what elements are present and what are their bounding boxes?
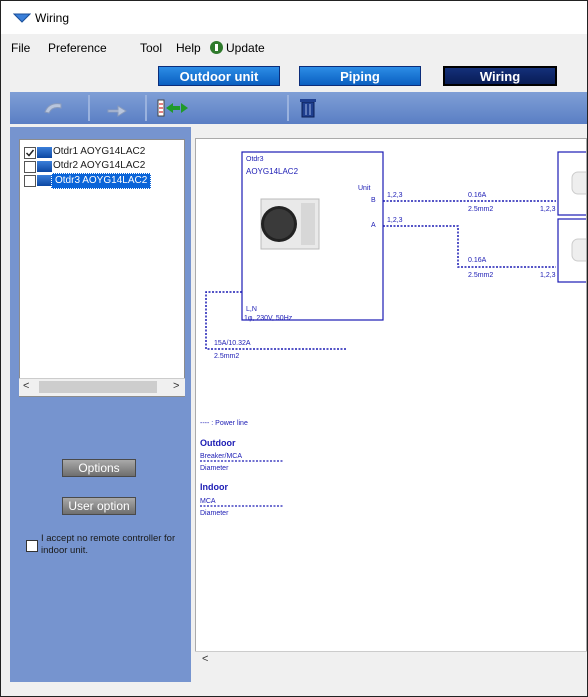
outdoor-unit-image <box>260 198 320 250</box>
scroll-thumb[interactable] <box>39 381 157 393</box>
terminal-b: B <box>371 197 376 204</box>
title-bar <box>1 1 587 34</box>
tree-item-label: Otdr2 AOYG14LAC2 <box>53 160 146 171</box>
legend-indoor-mca: MCA <box>200 498 216 505</box>
legend-indoor-title: Indoor <box>200 482 228 492</box>
toolbar-separator <box>88 95 90 121</box>
legend-outdoor-title: Outdoor <box>200 438 236 448</box>
user-option-button[interactable]: User option <box>62 497 136 515</box>
canvas-horizontal-scrollbar[interactable] <box>195 651 587 669</box>
unit-name: Otdr3 <box>246 156 264 163</box>
wiring-diagram: Otdr3 AOYG14LAC2 Unit B A L,N 1,2,3 0.16… <box>200 151 586 517</box>
menu-file[interactable]: File <box>11 41 30 55</box>
power-wire-size: 2.5mm2 <box>214 353 239 360</box>
legend-power-line: ---- : Power line <box>200 420 248 427</box>
menu-tool[interactable]: Tool <box>140 41 162 55</box>
legend-outdoor-diameter: Diameter <box>200 465 229 472</box>
checkmark-icon <box>25 149 35 157</box>
scroll-right-arrow[interactable]: > <box>173 380 179 392</box>
menu-update[interactable]: Update <box>226 41 265 55</box>
wire-a-current: 0.16A <box>468 257 487 264</box>
options-button[interactable]: Options <box>62 459 136 477</box>
tree-item-otdr3[interactable]: Otdr3 AOYG14LAC2 <box>24 173 179 189</box>
accept-no-remote-checkbox[interactable] <box>26 540 38 552</box>
tree-item-checkbox[interactable] <box>24 161 36 173</box>
wire-b-terminals: 1,2,3 <box>387 192 403 199</box>
tab-wiring[interactable]: Wiring <box>443 66 557 86</box>
tree-item-label: Otdr3 AOYG14LAC2 <box>51 173 152 189</box>
tree-item-otdr1[interactable]: Otdr1 AOYG14LAC2 <box>24 146 179 159</box>
legend-outdoor-breaker: Breaker/MCA <box>200 453 242 460</box>
wire-a-end: 1,2,3 <box>540 272 556 279</box>
update-icon[interactable] <box>210 41 223 54</box>
wire-a-size: 2.5mm2 <box>468 272 493 279</box>
tree-item-checkbox[interactable] <box>24 147 36 159</box>
outdoor-unit-icon <box>37 175 52 186</box>
undo-icon[interactable] <box>41 96 67 120</box>
power-spec: 1φ, 230V, 50Hz <box>244 315 293 322</box>
outdoor-unit-tree: Otdr1 AOYG14LAC2 Otdr2 AOYG14LAC2 Otdr3 … <box>19 139 185 397</box>
wire-b-size: 2.5mm2 <box>468 206 493 213</box>
tab-piping[interactable]: Piping <box>299 66 421 86</box>
redo-icon[interactable] <box>104 96 130 120</box>
wire-b-current: 0.16A <box>468 192 487 199</box>
accept-no-remote-label: I accept no remote controller for indoor… <box>41 533 176 556</box>
power-terminals: L,N <box>246 306 257 313</box>
scroll-left-arrow[interactable]: < <box>23 380 29 392</box>
unit-label: Unit <box>358 185 371 192</box>
wire-b-end: 1,2,3 <box>540 206 556 213</box>
legend-indoor-diameter: Diameter <box>200 510 229 517</box>
menu-help[interactable]: Help <box>176 41 201 55</box>
outdoor-unit-icon <box>37 161 52 172</box>
wiring-app-icon <box>13 13 31 23</box>
tree-item-checkbox[interactable] <box>24 175 36 187</box>
tree-item-otdr2[interactable]: Otdr2 AOYG14LAC2 <box>24 160 179 173</box>
wiring-window: Wiring File Preference Tool Help Update … <box>0 0 588 697</box>
indoor-unit-image <box>571 238 586 262</box>
wiring-diagram-canvas: Otdr3 AOYG14LAC2 Unit B A L,N 1,2,3 0.16… <box>195 138 587 669</box>
power-breaker: 15A/10.32A <box>214 340 251 347</box>
wire-a-terminals: 1,2,3 <box>387 217 403 224</box>
menu-preference[interactable]: Preference <box>48 41 107 55</box>
status-bar <box>1 682 587 696</box>
tree-item-label: Otdr1 AOYG14LAC2 <box>53 146 146 157</box>
terminal-a: A <box>371 222 376 229</box>
window-title: Wiring <box>35 11 70 25</box>
canvas-scroll-left-arrow[interactable]: < <box>202 653 208 665</box>
unit-model: AOYG14LAC2 <box>246 167 299 176</box>
toolbar-separator <box>287 95 289 121</box>
connect-icon[interactable] <box>156 96 190 120</box>
trash-icon[interactable] <box>294 96 322 120</box>
indoor-unit-image <box>571 171 586 195</box>
tab-outdoor-unit[interactable]: Outdoor unit <box>158 66 280 86</box>
toolbar-separator <box>145 95 147 121</box>
outdoor-unit-icon <box>37 147 52 158</box>
